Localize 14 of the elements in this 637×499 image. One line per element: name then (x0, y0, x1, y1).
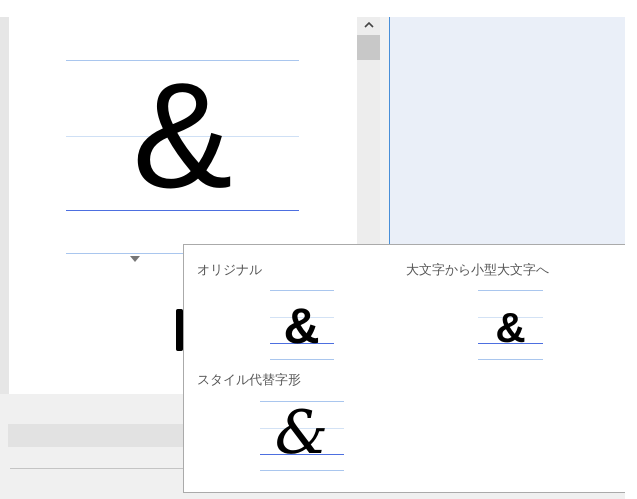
variant-label: スタイル代替字形 (197, 372, 302, 390)
glyph-variant-tile[interactable]: & (270, 290, 334, 360)
glyph-variant-tile[interactable]: & (478, 290, 543, 360)
glyph-variant: & (283, 301, 320, 351)
glyph-fragment (176, 309, 183, 351)
scroll-up-icon[interactable] (364, 21, 374, 28)
variant-label: 大文字から小型大文字へ (406, 262, 550, 280)
glyph-variant: & (274, 403, 328, 463)
glyph-variant: & (495, 307, 526, 349)
glyph-preview: & (132, 60, 233, 210)
dropdown-triangle-icon[interactable] (130, 256, 140, 262)
variant-label: オリジナル (197, 262, 263, 280)
scroll-thumb[interactable] (357, 35, 380, 60)
glyph-variant-tile[interactable]: & (260, 401, 344, 471)
